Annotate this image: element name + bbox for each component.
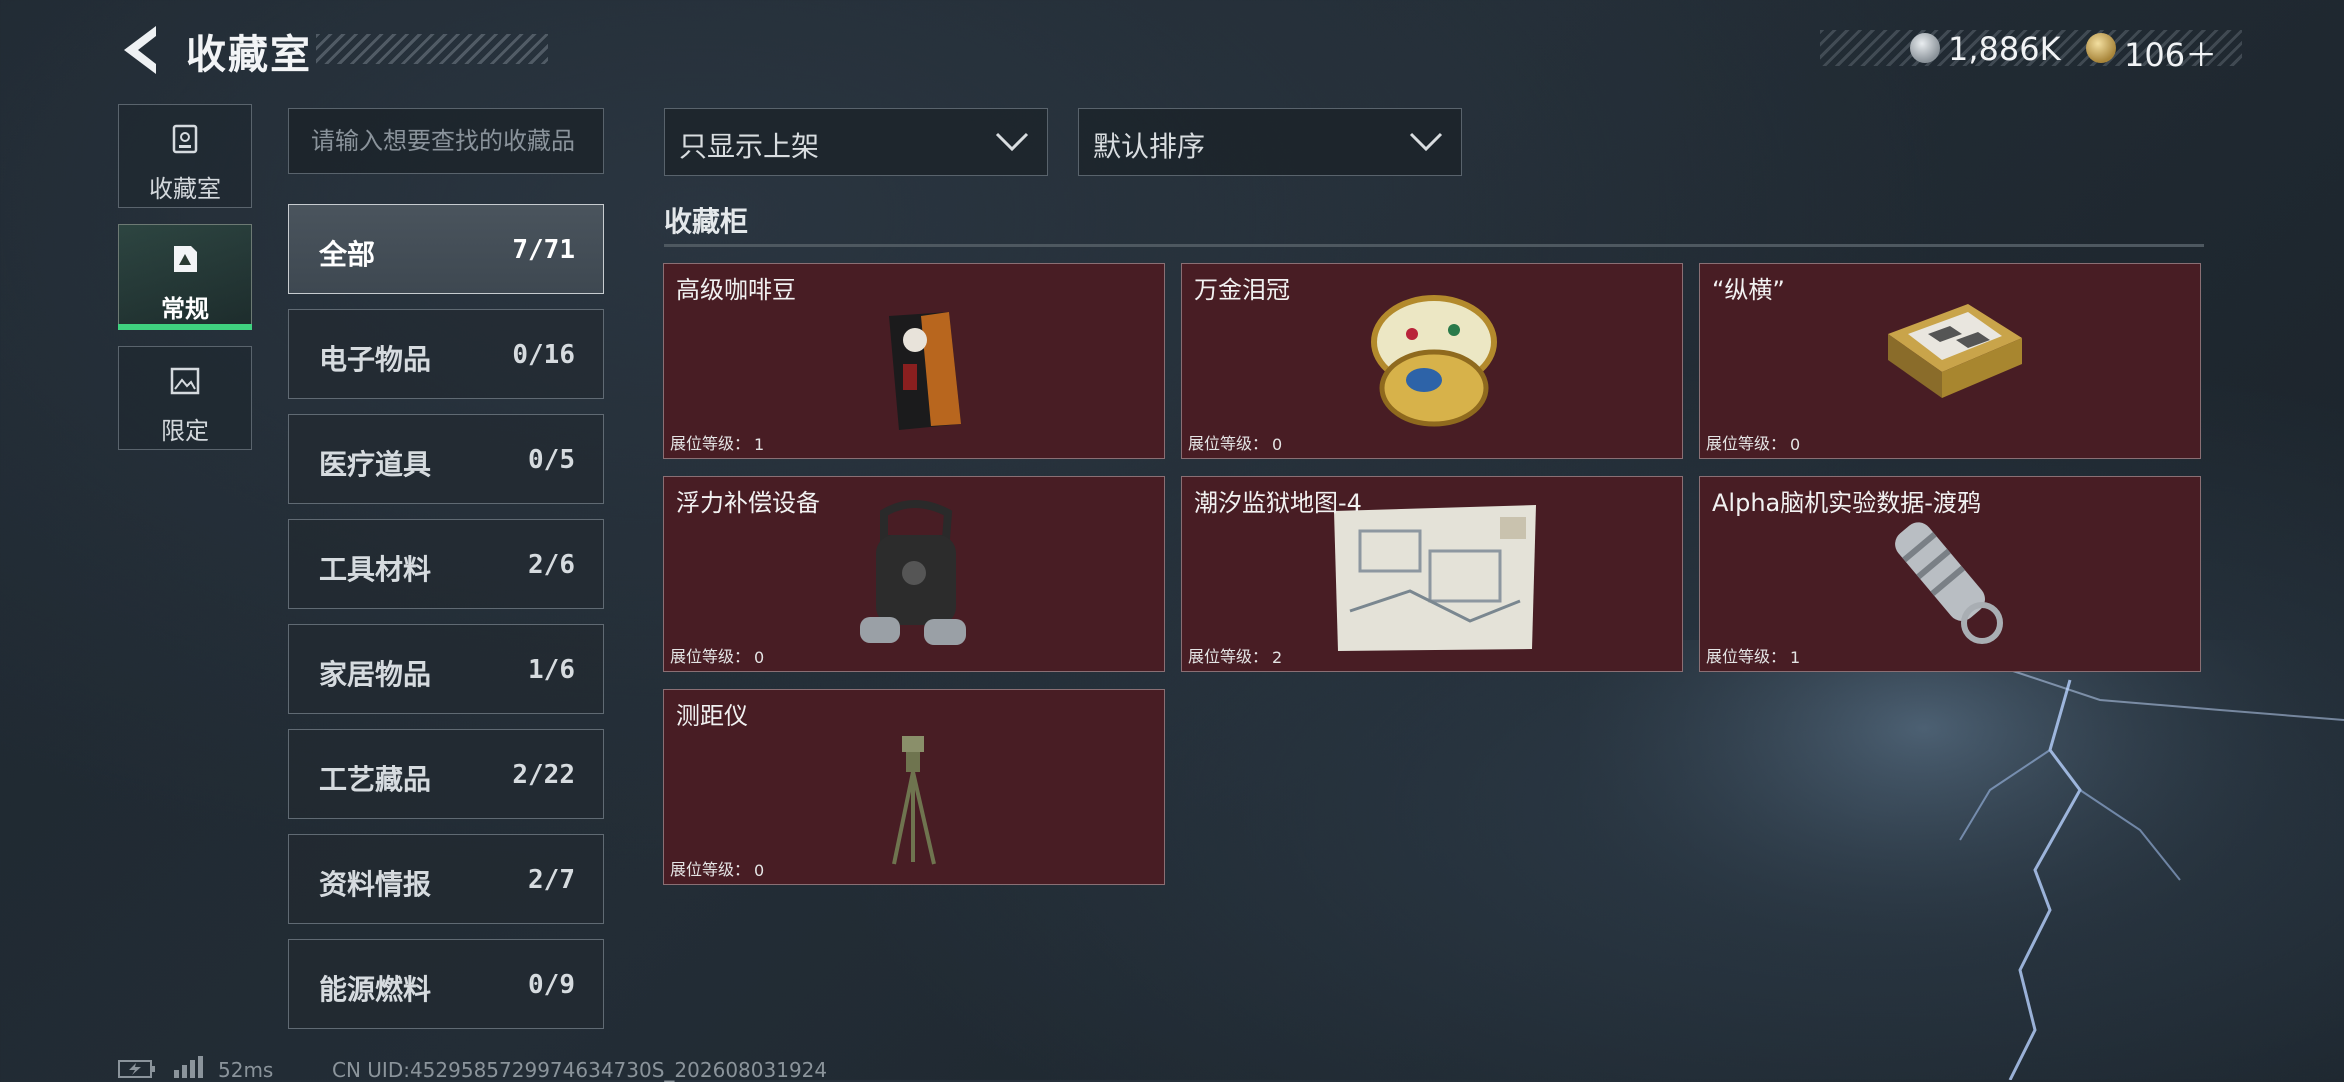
item-card[interactable]: 高级咖啡豆 展位等级： 1 bbox=[663, 263, 1165, 459]
item-name: Alpha脑机实验数据-渡鸦 bbox=[1712, 489, 1981, 517]
category-name: 全部 bbox=[319, 238, 376, 271]
sort-dropdown[interactable]: 默认排序 bbox=[1078, 108, 1462, 176]
coffee-bag-icon bbox=[889, 312, 961, 430]
item-card[interactable]: 测距仪 展位等级： 0 bbox=[663, 689, 1165, 885]
chevron-down-icon bbox=[1409, 132, 1443, 152]
category-count: 2/6 bbox=[528, 550, 575, 580]
section-divider bbox=[664, 244, 2204, 247]
category-tools[interactable]: 工具材料 2/6 bbox=[288, 519, 604, 609]
category-electronics[interactable]: 电子物品 0/16 bbox=[288, 309, 604, 399]
category-name: 电子物品 bbox=[319, 343, 432, 376]
status-bar: 52ms CN UID:4529585729974634730S_2026080… bbox=[118, 1056, 918, 1082]
item-level-value: 0 bbox=[1790, 435, 1801, 454]
category-count: 2/22 bbox=[512, 760, 575, 790]
item-name: 高级咖啡豆 bbox=[676, 276, 796, 304]
back-arrow-icon[interactable] bbox=[116, 22, 166, 78]
item-level-value: 2 bbox=[1272, 648, 1283, 667]
nav-regular-label: 常规 bbox=[161, 295, 209, 323]
selected-indicator bbox=[118, 324, 252, 330]
currency-bar: 1,886K 106＋ bbox=[1820, 30, 2242, 74]
search-input[interactable] bbox=[288, 108, 604, 174]
top-header: 收藏室 1,886K 106＋ bbox=[0, 0, 2344, 100]
nav-vault-label: 收藏室 bbox=[149, 175, 221, 203]
category-medical[interactable]: 医疗道具 0/5 bbox=[288, 414, 604, 504]
item-card[interactable]: “纵横” 展位等级： 0 bbox=[1699, 263, 2201, 459]
image-icon bbox=[170, 367, 200, 395]
nav-vault[interactable]: 收藏室 bbox=[118, 104, 252, 208]
item-level-label: 展位等级： bbox=[1188, 434, 1269, 453]
category-name: 工艺藏品 bbox=[319, 763, 432, 796]
page-title: 收藏室 bbox=[186, 32, 312, 78]
silver-coin-amount: 1,886K bbox=[1948, 30, 2061, 68]
category-name: 家居物品 bbox=[319, 658, 432, 691]
item-name: 万金泪冠 bbox=[1194, 276, 1290, 304]
chevron-down-icon bbox=[995, 132, 1029, 152]
rangefinder-icon bbox=[892, 736, 936, 865]
item-level-label: 展位等级： bbox=[670, 860, 751, 879]
category-intel[interactable]: 资料情报 2/7 bbox=[288, 834, 604, 924]
silver-coin-icon bbox=[1910, 33, 1940, 63]
item-level-value: 0 bbox=[754, 648, 765, 667]
item-name: 潮汐监狱地图-4 bbox=[1194, 489, 1362, 517]
item-level-label: 展位等级： bbox=[1706, 647, 1787, 666]
item-card[interactable]: Alpha脑机实验数据-渡鸦 展位等级： 1 bbox=[1699, 476, 2201, 672]
category-name: 医疗道具 bbox=[319, 448, 432, 481]
title-decoration bbox=[316, 34, 548, 64]
item-card[interactable]: 万金泪冠 展位等级： 0 bbox=[1181, 263, 1683, 459]
category-count: 0/9 bbox=[528, 970, 575, 1000]
category-count: 0/16 bbox=[512, 340, 575, 370]
nav-limited-label: 限定 bbox=[161, 417, 209, 445]
item-name: “纵横” bbox=[1712, 276, 1785, 304]
category-count: 0/5 bbox=[528, 445, 575, 475]
item-level-value: 0 bbox=[754, 861, 765, 880]
item-level-label: 展位等级： bbox=[1188, 647, 1269, 666]
gold-coin-amount[interactable]: 106＋ bbox=[2124, 30, 2217, 76]
category-all[interactable]: 全部 7/71 bbox=[288, 204, 604, 294]
category-household[interactable]: 家居物品 1/6 bbox=[288, 624, 604, 714]
signal-icon bbox=[174, 1056, 203, 1078]
item-level-value: 1 bbox=[754, 435, 765, 454]
item-level-value: 1 bbox=[1790, 648, 1801, 667]
category-name: 能源燃料 bbox=[319, 973, 432, 1006]
document-icon bbox=[174, 246, 197, 272]
nav-limited[interactable]: 限定 bbox=[118, 346, 252, 450]
ping-text: 52ms bbox=[218, 1058, 274, 1082]
map-icon bbox=[1334, 505, 1536, 651]
item-name: 浮力补偿设备 bbox=[676, 489, 820, 517]
category-name: 工具材料 bbox=[319, 553, 432, 586]
category-count: 2/7 bbox=[528, 865, 575, 895]
chessboard-icon bbox=[1888, 304, 2022, 398]
lightning-background bbox=[1580, 640, 2344, 1080]
filter-dropdown-value: 只显示上架 bbox=[679, 130, 820, 163]
item-level-label: 展位等级： bbox=[670, 434, 751, 453]
sort-dropdown-value: 默认排序 bbox=[1093, 130, 1206, 163]
item-card[interactable]: 潮汐监狱地图-4 展位等级： 2 bbox=[1181, 476, 1683, 672]
gold-coin-icon[interactable] bbox=[2086, 33, 2116, 63]
buoyancy-vest-icon bbox=[860, 500, 966, 645]
section-title: 收藏柜 bbox=[664, 205, 749, 238]
item-level-label: 展位等级： bbox=[1706, 434, 1787, 453]
uid-text: CN UID:4529585729974634730S_202608031924 bbox=[332, 1058, 828, 1082]
category-name: 资料情报 bbox=[319, 868, 432, 901]
vault-icon bbox=[172, 124, 198, 154]
data-drive-icon bbox=[1895, 522, 2003, 644]
item-name: 测距仪 bbox=[676, 702, 748, 730]
category-count: 7/71 bbox=[512, 235, 575, 265]
jeweled-egg-icon bbox=[1371, 295, 1497, 427]
item-card[interactable]: 浮力补偿设备 展位等级： 0 bbox=[663, 476, 1165, 672]
category-count: 1/6 bbox=[528, 655, 575, 685]
item-level-label: 展位等级： bbox=[670, 647, 751, 666]
nav-regular[interactable]: 常规 bbox=[118, 224, 252, 328]
category-crafts[interactable]: 工艺藏品 2/22 bbox=[288, 729, 604, 819]
battery-icon bbox=[118, 1060, 155, 1078]
category-energy[interactable]: 能源燃料 0/9 bbox=[288, 939, 604, 1029]
filter-dropdown[interactable]: 只显示上架 bbox=[664, 108, 1048, 176]
item-level-value: 0 bbox=[1272, 435, 1283, 454]
